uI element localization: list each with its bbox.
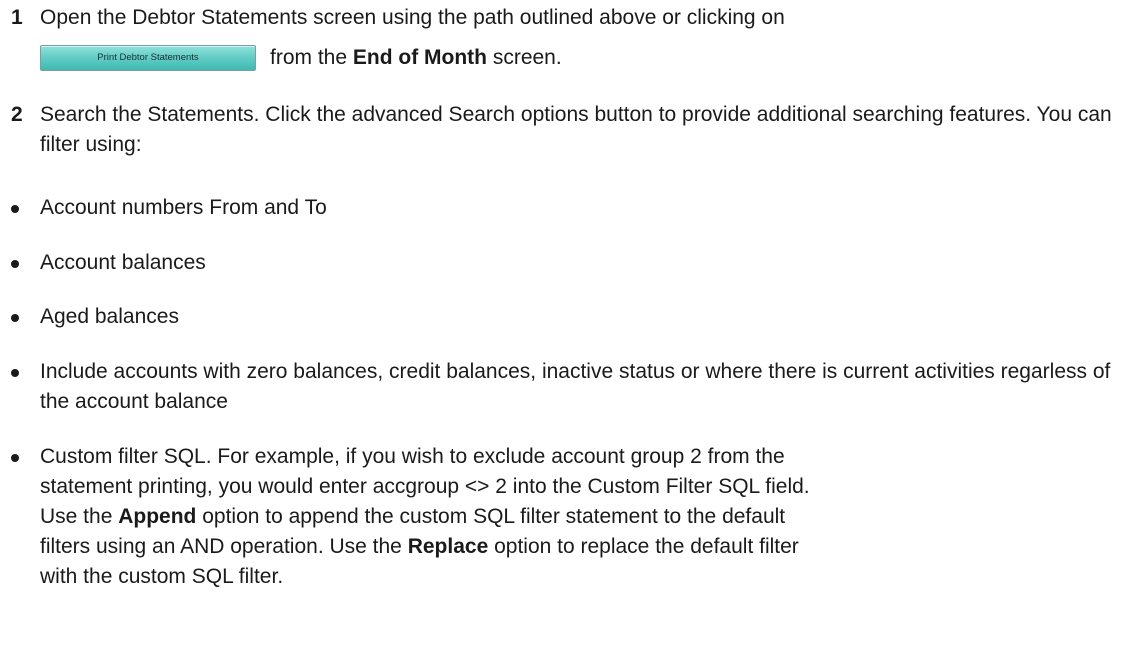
list-item-text: Aged balances [40, 305, 179, 328]
list-item-text: Account numbers From and To [40, 196, 327, 219]
end-of-month-label: End of Month [352, 46, 487, 69]
custom-filter-line: Custom filter SQL. For example, if you w… [40, 445, 785, 468]
step-1-text: Open the Debtor Statements screen using … [40, 6, 785, 29]
bullet-icon [11, 314, 19, 322]
text-run: option to replace the default filter [488, 535, 799, 558]
step-1-screen-text: screen. [487, 46, 562, 69]
text-run: option to append the custom SQL filter s… [196, 505, 786, 528]
text-run: Use the [40, 505, 119, 528]
step-number: 2 [11, 103, 23, 126]
document-page: 1 Open the Debtor Statements screen usin… [0, 0, 1145, 652]
custom-filter-text: Custom filter SQL. For example, if you w… [40, 442, 1135, 592]
custom-filter-line: statement printing, you would enter accg… [40, 475, 810, 498]
step-2-text: Search the Statements. Click the advance… [40, 103, 1112, 156]
print-debtor-statements-button[interactable]: Print Debtor Statements [40, 45, 256, 71]
list-item-text: Include accounts with zero balances, cre… [40, 360, 1111, 413]
step-1-line-2: Print Debtor Statements from the End of … [40, 43, 562, 73]
custom-filter-line: filters using an AND operation. Use the … [40, 532, 1135, 562]
step-1-from-text: from the [270, 46, 353, 69]
replace-option-label: Replace [407, 535, 489, 558]
bullet-icon [11, 205, 19, 213]
step-1: 1 Open the Debtor Statements screen usin… [0, 3, 1145, 83]
step-number: 1 [11, 6, 23, 29]
bullet-icon [11, 454, 19, 462]
bullet-icon [11, 260, 19, 268]
text-run: filters using an AND operation. Use the [40, 535, 408, 558]
bullet-icon [11, 369, 19, 377]
custom-filter-line: Use the Append option to append the cust… [40, 502, 1135, 532]
append-option-label: Append [118, 505, 197, 528]
step-2: 2 Search the Statements. Click the advan… [0, 100, 1145, 164]
list-item-text: Account balances [40, 251, 206, 274]
custom-filter-line: with the custom SQL filter. [40, 565, 284, 588]
